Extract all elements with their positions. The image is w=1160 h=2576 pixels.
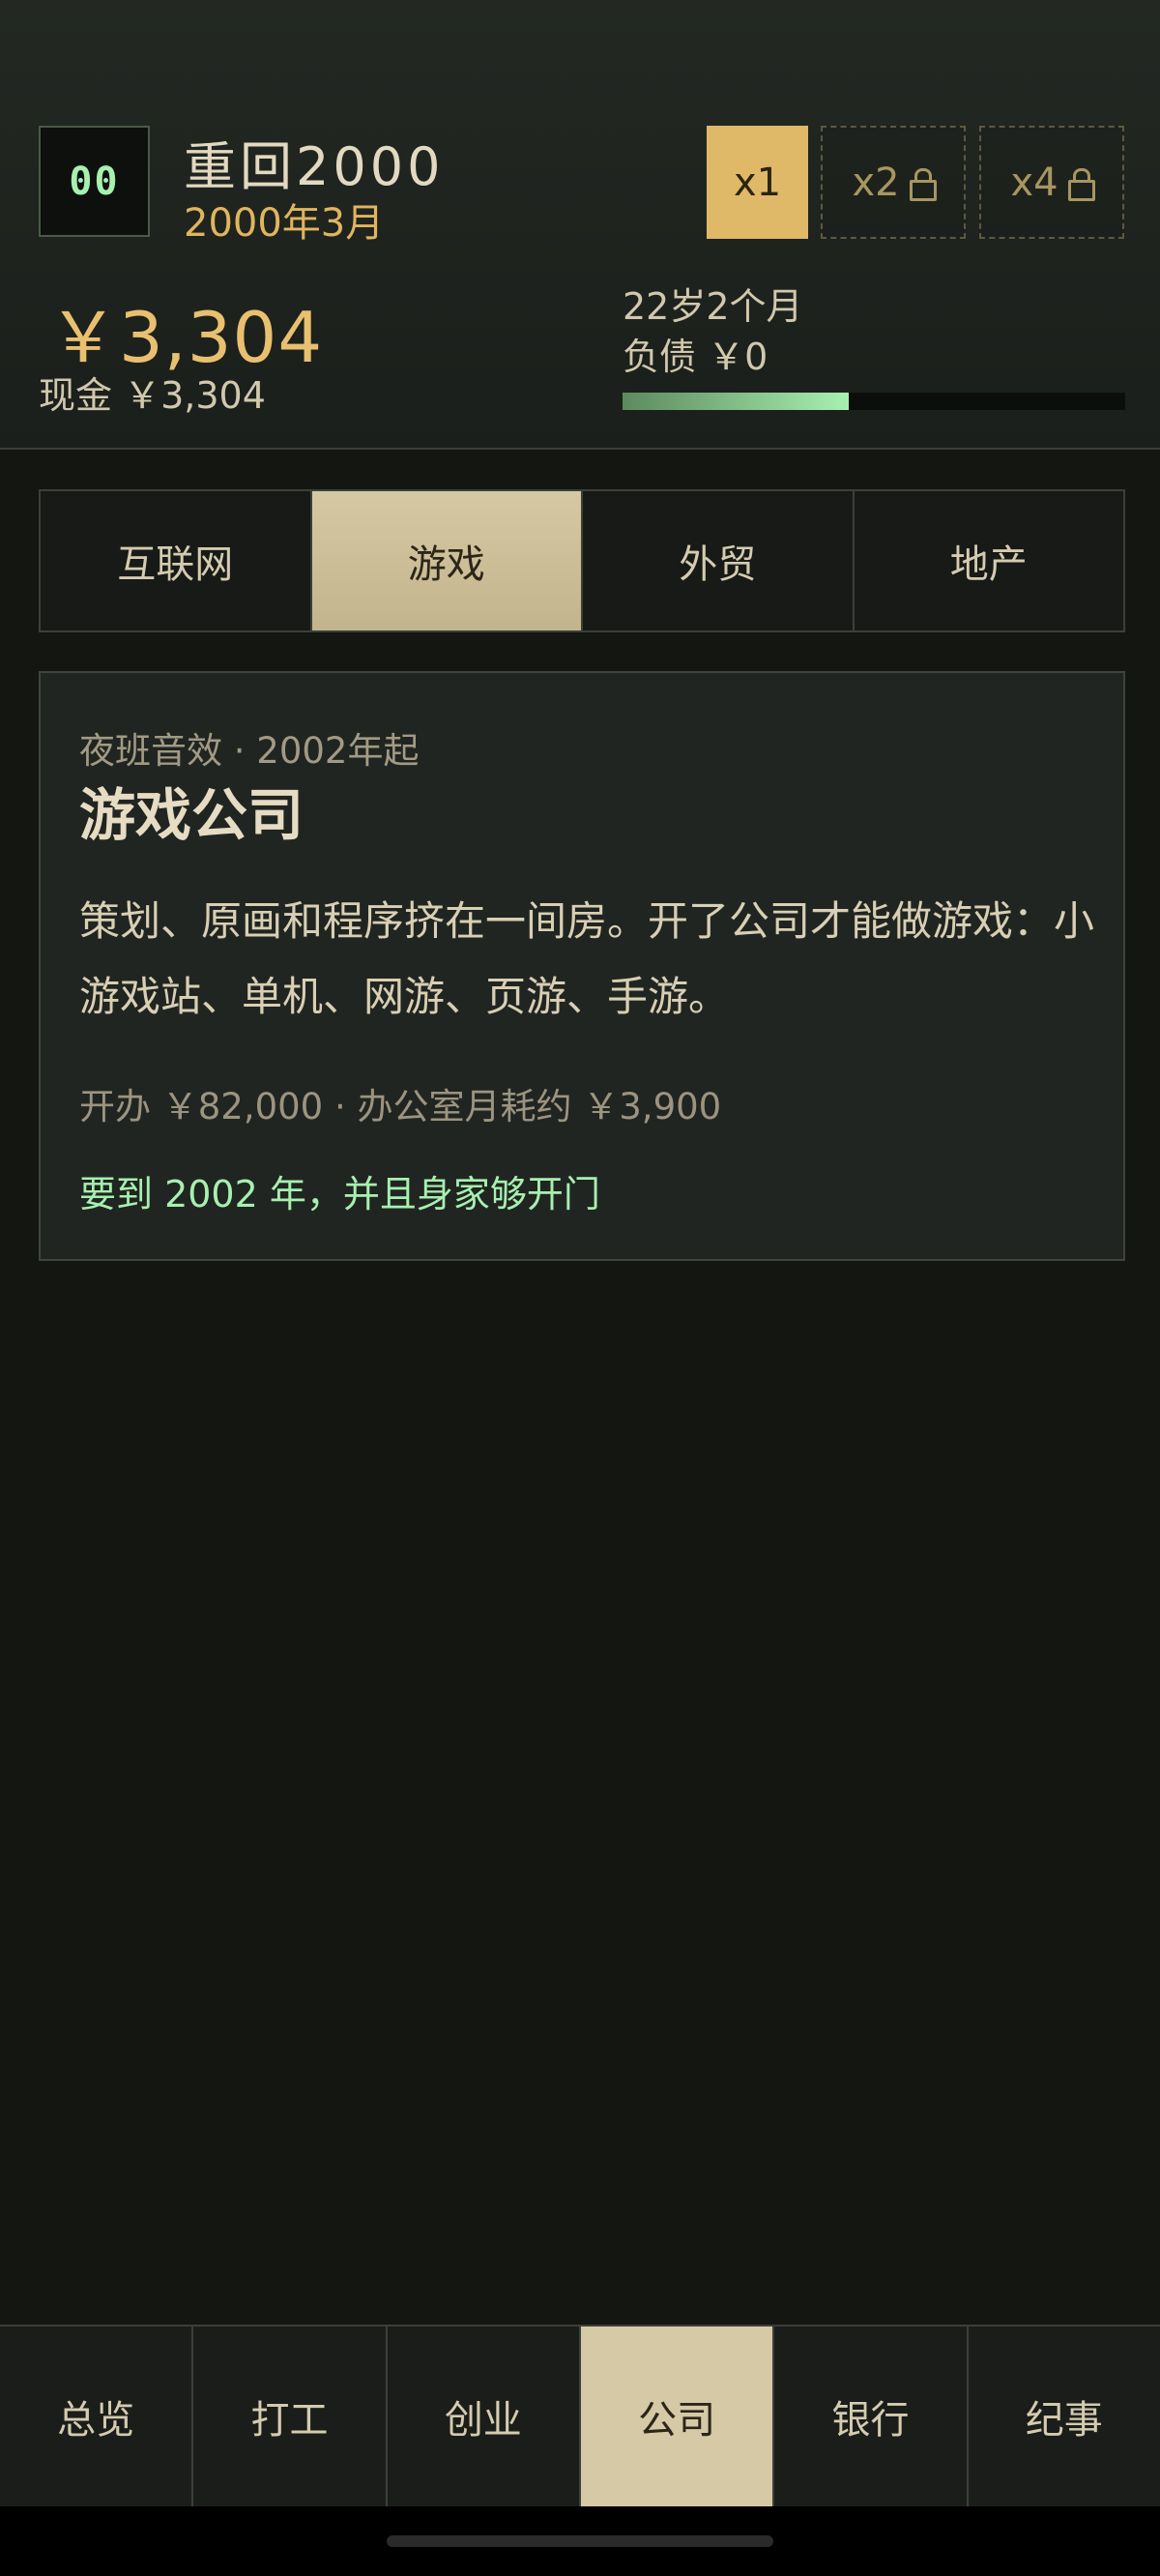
- tab-real-estate[interactable]: 地产: [855, 491, 1124, 630]
- status-header: 00 重回2000 2000年3月 x1 x2 x4 ￥3,304 现金 ￥3,…: [0, 0, 1160, 450]
- nav-company[interactable]: 公司: [580, 2327, 775, 2506]
- nav-chronicle[interactable]: 纪事: [969, 2327, 1160, 2506]
- tab-internet[interactable]: 互联网: [41, 491, 312, 630]
- card-meta: 夜班音效 · 2002年起: [79, 730, 420, 772]
- debt-amount: 负债 ￥0: [623, 336, 768, 378]
- speed-x2-button[interactable]: x2: [821, 126, 966, 239]
- card-cost: 开办 ￥82,000 · 办公室月耗约 ￥3,900: [79, 1086, 722, 1127]
- nav-bank[interactable]: 银行: [774, 2327, 969, 2506]
- nav-work[interactable]: 打工: [193, 2327, 388, 2506]
- player-age: 22岁2个月: [623, 285, 803, 328]
- card-requirement-hint: 要到 2002 年，并且身家够开门: [79, 1173, 600, 1215]
- speed-x1-button[interactable]: x1: [707, 126, 808, 239]
- month-progress-fill: [623, 393, 849, 410]
- tab-trade[interactable]: 外贸: [583, 491, 855, 630]
- game-date: 2000年3月: [184, 201, 385, 246]
- app-logo: 00: [39, 126, 150, 237]
- tab-games[interactable]: 游戏: [311, 491, 583, 630]
- speed-x2-label: x2: [852, 160, 900, 205]
- app-screen: 00 重回2000 2000年3月 x1 x2 x4 ￥3,304 现金 ￥3,…: [0, 0, 1160, 2576]
- company-card[interactable]: 夜班音效 · 2002年起 游戏公司 策划、原画和程序挤在一间房。开了公司才能做…: [39, 671, 1125, 1261]
- lock-icon: [909, 167, 937, 201]
- home-indicator[interactable]: [387, 2535, 773, 2547]
- category-tabs: 互联网 游戏 外贸 地产: [39, 489, 1125, 632]
- gesture-bar: [0, 2506, 1160, 2576]
- nav-startup[interactable]: 创业: [388, 2327, 581, 2506]
- card-description: 策划、原画和程序挤在一间房。开了公司才能做游戏：小游戏站、单机、网游、页游、手游…: [79, 897, 1095, 1020]
- cash-amount: 现金 ￥3,304: [39, 374, 266, 417]
- nav-overview[interactable]: 总览: [0, 2327, 194, 2506]
- speed-x4-label: x4: [1010, 160, 1058, 205]
- speed-x1-label: x1: [733, 160, 782, 205]
- month-progress-bar: [623, 393, 1125, 410]
- app-title: 重回2000: [184, 136, 445, 197]
- bottom-navigation: 总览 打工 创业 公司 银行 纪事: [0, 2325, 1160, 2506]
- card-title: 游戏公司: [79, 782, 304, 848]
- lock-icon: [1067, 167, 1095, 201]
- speed-x4-button[interactable]: x4: [979, 126, 1124, 239]
